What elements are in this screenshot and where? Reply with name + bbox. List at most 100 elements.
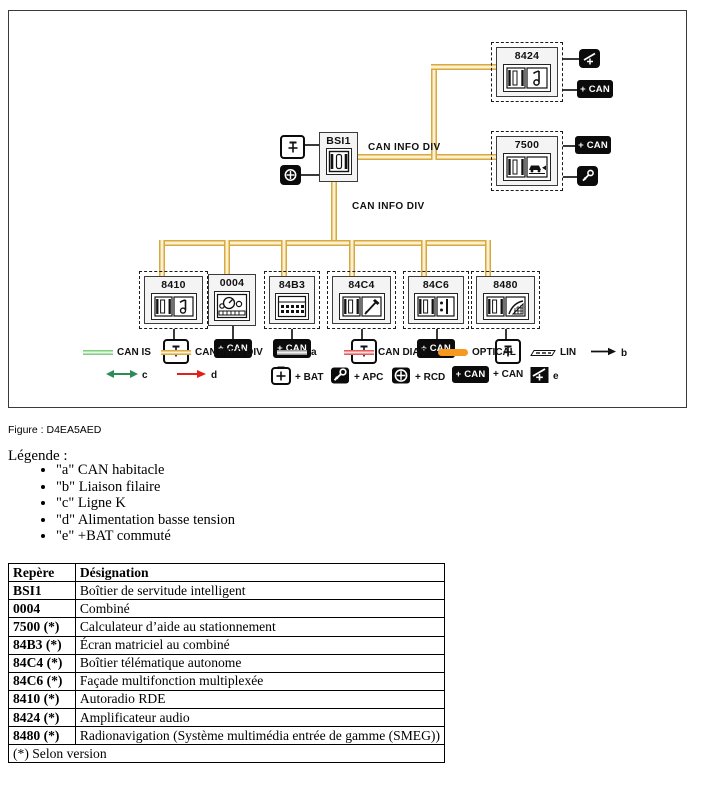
node-84C4[interactable]: 84C4 (332, 276, 391, 324)
cell-designation: Boîtier de servitude intelligent (74, 581, 446, 601)
bsi-connector-icon (325, 147, 352, 175)
rcd-icon[interactable] (280, 165, 301, 185)
legend-optical: OPTICAL (438, 347, 516, 358)
node-8480[interactable]: 8480 (476, 276, 535, 324)
cell-designation: Écran matriciel au combiné (74, 635, 446, 655)
table-row: 84C6 (*) Façade multifonction multiplexé… (8, 671, 446, 691)
table-row: 84C4 (*) Boîtier télématique autonome (8, 653, 446, 673)
bat-icon[interactable] (280, 135, 305, 159)
legend-d: d (177, 369, 217, 382)
cell-repere: 84B3 (*) (8, 635, 76, 655)
bus-segment-bsi-down (331, 179, 337, 240)
table-row: 8410 (*) Autoradio RDE (8, 689, 446, 710)
node-code: 7500 (514, 139, 540, 151)
table-header-row: Repère Désignation (8, 562, 446, 583)
list-item: "c" Ligne K (56, 495, 235, 512)
switched-bat-icon[interactable] (579, 49, 600, 68)
legend-rcd: + RCD (391, 366, 445, 388)
legend-label: b (621, 347, 628, 359)
lin-hatched-swatch (530, 349, 556, 357)
legend-can-is: CAN IS (83, 347, 151, 358)
legend-lin: LIN (530, 347, 576, 358)
list-item: "e" +BAT commuté (56, 528, 235, 545)
red-arrow-swatch (177, 369, 207, 382)
bat-icon (271, 366, 291, 388)
figure-caption: Figure : D4EA5AED (8, 424, 102, 436)
list-item: "b" Liaison filaire (56, 479, 235, 496)
node-code: 8424 (514, 50, 540, 62)
legend-apc: + APC (330, 366, 383, 388)
legend-label: OPTICAL (472, 347, 516, 358)
cell-repere: 84C4 (*) (8, 653, 76, 673)
grey-line-swatch (277, 350, 307, 355)
node-84C6[interactable]: 84C6 (408, 276, 464, 324)
node-bsi1[interactable]: BSI1 (319, 132, 358, 182)
figure-frame: CAN INFO DIV CAN INFO DIV BSI1 8424 + CA… (8, 10, 687, 408)
node-8410[interactable]: 8410 (144, 276, 203, 324)
key-apc-icon[interactable] (577, 166, 598, 186)
column-header-repere: Repère (8, 562, 76, 583)
node-7500[interactable]: 7500 (496, 136, 558, 186)
cell-designation: Radionavigation (Système multimédia entr… (74, 726, 446, 746)
connector-navmap-icon (482, 292, 529, 320)
matrix-screen-icon (275, 292, 309, 320)
cell-designation: Combiné (74, 599, 446, 619)
connector-speaker-icon (503, 63, 551, 92)
node-code: 0004 (219, 277, 245, 289)
node-code: 8410 (161, 279, 186, 291)
legend-label: CAN INFO DIV (195, 347, 263, 358)
cell-repere: 8480 (*) (8, 726, 76, 746)
node-code: 84B3 (278, 279, 306, 291)
green-double-arrow-swatch (106, 369, 138, 382)
node-code: 8480 (493, 279, 518, 291)
table-row: 7500 (*) Calculateur d’aide au stationne… (8, 617, 446, 637)
table-row: 8424 (*) Amplificateur audio (8, 707, 446, 728)
wire-bsi-rcd (301, 174, 320, 176)
instrument-cluster-icon (214, 290, 250, 321)
node-8424[interactable]: 8424 (496, 47, 558, 97)
cell-designation: Amplificateur audio (74, 707, 446, 728)
node-code: 84C6 (422, 279, 450, 291)
legend-can-info-div: CAN INFO DIV (161, 347, 263, 358)
cell-repere: 84C6 (*) (8, 671, 76, 691)
switched-bat-icon (530, 366, 549, 387)
legend-label: + RCD (415, 371, 446, 383)
cell-designation: Façade multifonction multiplexée (74, 671, 446, 691)
legend-label: a (311, 347, 317, 358)
legend-bat: + BAT (271, 366, 323, 388)
legend-e: e (530, 366, 559, 387)
legend-a: a (277, 347, 317, 358)
diagram-legend: CAN IS CAN INFO DIV a CAN DIAG OPTICAL L… (9, 347, 686, 401)
list-item: "a" CAN habitacle (56, 462, 235, 479)
legend-b: b (591, 347, 627, 359)
legend-label: + APC (354, 371, 384, 383)
network-diagram: CAN INFO DIV CAN INFO DIV BSI1 8424 + CA… (9, 11, 686, 407)
legend-label: d (211, 370, 218, 381)
node-code: BSI1 (326, 135, 351, 147)
node-84B3[interactable]: 84B3 (269, 276, 315, 324)
list-item: "d" Alimentation basse tension (56, 512, 235, 529)
legend-can-diag: CAN DIAG (344, 347, 427, 358)
cell-repere: 0004 (8, 599, 76, 619)
can-diag-line-swatch (344, 350, 374, 355)
legend-label: LIN (560, 347, 577, 358)
can-info-div-line-swatch (161, 350, 191, 355)
repere-designation-table: Repère Désignation BSI1 Boîtier de servi… (8, 562, 446, 764)
legend-label: + CAN (493, 369, 524, 380)
legend-label: + BAT (295, 371, 324, 383)
plus-can-badge[interactable]: + CAN (577, 80, 613, 98)
can-is-line-swatch (83, 350, 113, 355)
connector-keypad-icon (414, 292, 458, 320)
connector-mic-icon (338, 292, 385, 320)
bus-segment-bsi-to-7500 (341, 154, 501, 160)
key-apc-icon (330, 366, 350, 388)
cell-designation: Calculateur d’aide au stationnement (74, 617, 446, 637)
plus-can-badge[interactable]: + CAN (575, 136, 611, 154)
legend-can-supply: + CAN + CAN (452, 366, 523, 383)
bus-segment-bottom-rail (159, 240, 491, 246)
cell-repere: 7500 (*) (8, 617, 76, 637)
node-0004[interactable]: 0004 (208, 274, 256, 326)
legend-label: CAN IS (117, 347, 151, 358)
plus-can-badge: + CAN (452, 366, 489, 383)
table-footer-row: (*) Selon version (8, 744, 445, 764)
